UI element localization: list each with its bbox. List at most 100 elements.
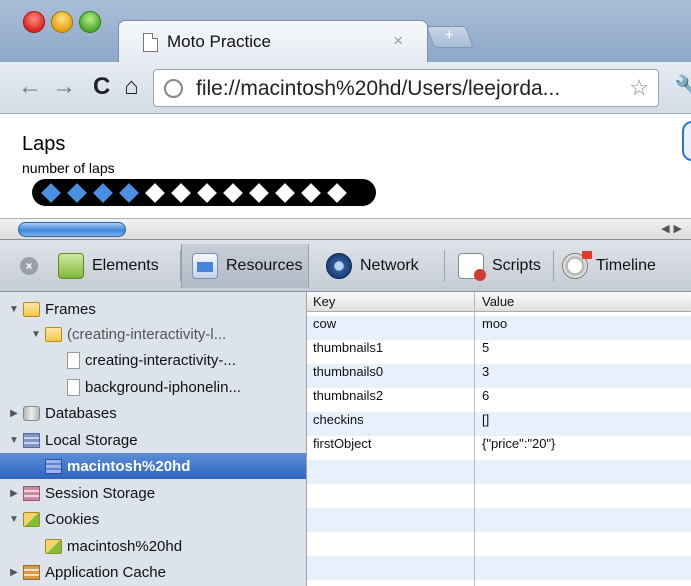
- key-cell[interactable]: thumbnails2: [313, 388, 383, 403]
- table-row[interactable]: checkins []: [307, 408, 691, 432]
- tab-title: Moto Practice: [167, 32, 271, 51]
- partial-button[interactable]: [682, 121, 691, 161]
- elements-icon: [58, 253, 84, 279]
- tree-item[interactable]: ▼ (creating-interactivity-l...: [0, 321, 306, 347]
- tree-item[interactable]: ▶ Session Storage: [0, 480, 306, 506]
- table-row[interactable]: cow moo: [307, 312, 691, 336]
- tree-item[interactable]: ▼ Local Storage: [0, 427, 306, 453]
- lap-diamond-icon[interactable]: [41, 182, 61, 203]
- cookie-icon: [45, 538, 62, 554]
- horizontal-scrollbar[interactable]: ◀▶: [0, 218, 691, 240]
- disclosure-open-icon[interactable]: ▼: [8, 514, 20, 525]
- app-cache-icon: [23, 564, 40, 580]
- table-row[interactable]: firstObject {"price":"20"}: [307, 432, 691, 456]
- laps-subtitle: number of laps: [22, 160, 115, 176]
- new-tab-button[interactable]: +: [425, 26, 475, 48]
- disclosure-open-icon[interactable]: ▼: [8, 304, 20, 315]
- minimize-window-button[interactable]: [51, 11, 73, 33]
- scrollbar-thumb[interactable]: [18, 222, 126, 237]
- lap-diamond-icon[interactable]: [327, 182, 347, 203]
- laps-heading: Laps: [22, 133, 66, 155]
- scripts-icon: [458, 253, 486, 281]
- tree-item[interactable]: macintosh%20hd: [0, 533, 306, 559]
- laps-slider[interactable]: [32, 179, 376, 206]
- tree-item[interactable]: macintosh%20hd: [0, 453, 306, 479]
- address-bar[interactable]: file://macintosh%20hd/Users/leejorda... …: [153, 69, 659, 107]
- tree-item-label: (creating-interactivity-l...: [67, 325, 227, 343]
- close-window-button[interactable]: [23, 11, 45, 33]
- column-header-value[interactable]: Value: [482, 294, 514, 309]
- local-storage-icon: [23, 432, 40, 448]
- database-icon: [23, 405, 40, 421]
- devtools-toolbar: × Elements Resources Network Scripts Tim…: [0, 240, 691, 292]
- cookie-icon: [23, 511, 40, 527]
- column-header-key[interactable]: Key: [313, 294, 335, 309]
- value-cell[interactable]: moo: [482, 316, 507, 331]
- wrench-menu-icon[interactable]: 🔧: [674, 74, 691, 103]
- tree-item[interactable]: ▼ Frames: [0, 296, 306, 322]
- tree-item[interactable]: creating-interactivity-...: [0, 347, 306, 373]
- tree-item[interactable]: ▼ Cookies: [0, 506, 306, 532]
- tree-item[interactable]: ▶ Application Cache: [0, 559, 306, 585]
- key-cell[interactable]: cow: [313, 316, 336, 331]
- tree-item-label: Session Storage: [45, 484, 156, 502]
- grid-header: Key Value: [307, 292, 691, 312]
- tree-item-label: Cookies: [45, 510, 100, 528]
- value-cell[interactable]: 3: [482, 364, 489, 379]
- lap-diamond-icon[interactable]: [145, 182, 165, 203]
- reload-button[interactable]: C: [93, 74, 110, 100]
- local-storage-icon: [45, 458, 62, 474]
- lap-diamond-icon[interactable]: [249, 182, 269, 203]
- tree-item-label: Application Cache: [45, 563, 166, 581]
- lap-diamond-icon[interactable]: [275, 182, 295, 203]
- tab-label: Network: [360, 257, 419, 274]
- page-viewport: Laps number of laps: [0, 115, 691, 218]
- tab-scripts[interactable]: Scripts: [458, 244, 541, 288]
- lap-diamond-icon[interactable]: [93, 182, 113, 203]
- table-row[interactable]: thumbnails2 6: [307, 384, 691, 408]
- tab-label: Resources: [226, 257, 303, 274]
- tab-label: Timeline: [596, 257, 656, 274]
- lap-diamond-icon[interactable]: [223, 182, 243, 203]
- browser-tab[interactable]: Moto Practice ×: [118, 20, 428, 64]
- tree-item-label: background-iphonelin...: [85, 378, 241, 396]
- value-cell[interactable]: 6: [482, 388, 489, 403]
- value-cell[interactable]: {"price":"20"}: [482, 436, 555, 451]
- lap-diamond-icon[interactable]: [301, 182, 321, 203]
- tree-item[interactable]: background-iphonelin...: [0, 374, 306, 400]
- key-cell[interactable]: thumbnails0: [313, 364, 383, 379]
- disclosure-closed-icon[interactable]: ▶: [8, 567, 20, 578]
- tab-close-icon[interactable]: ×: [393, 31, 403, 51]
- tab-network[interactable]: Network: [326, 244, 419, 288]
- key-cell[interactable]: checkins: [313, 412, 364, 427]
- disclosure-closed-icon[interactable]: ▶: [8, 488, 20, 499]
- devtools-close-icon[interactable]: ×: [20, 257, 38, 275]
- table-row[interactable]: thumbnails1 5: [307, 336, 691, 360]
- disclosure-closed-icon[interactable]: ▶: [8, 408, 20, 419]
- lap-diamond-icon[interactable]: [119, 182, 139, 203]
- tree-item[interactable]: ▶ Databases: [0, 400, 306, 426]
- zoom-window-button[interactable]: [79, 11, 101, 33]
- doc-icon: [67, 351, 80, 369]
- browser-toolbar: ← → C ⌂ file://macintosh%20hd/Users/leej…: [0, 62, 691, 114]
- tab-timeline[interactable]: Timeline: [562, 244, 656, 288]
- disclosure-open-icon[interactable]: ▼: [8, 435, 20, 446]
- home-button[interactable]: ⌂: [124, 74, 139, 100]
- page-icon: [143, 33, 158, 52]
- lap-diamond-icon[interactable]: [197, 182, 217, 203]
- key-cell[interactable]: thumbnails1: [313, 340, 383, 355]
- url-text[interactable]: file://macintosh%20hd/Users/leejorda...: [196, 77, 560, 101]
- value-cell[interactable]: 5: [482, 340, 489, 355]
- key-cell[interactable]: firstObject: [313, 436, 372, 451]
- tab-resources[interactable]: Resources: [181, 244, 309, 288]
- scroll-arrows[interactable]: ◀▶: [661, 222, 686, 235]
- bookmark-star-icon[interactable]: ☆: [629, 75, 649, 101]
- value-cell[interactable]: []: [482, 412, 489, 427]
- back-button[interactable]: ←: [18, 74, 42, 100]
- tab-elements[interactable]: Elements: [58, 244, 159, 288]
- lap-diamond-icon[interactable]: [67, 182, 87, 203]
- forward-button[interactable]: →: [52, 74, 76, 100]
- table-row[interactable]: thumbnails0 3: [307, 360, 691, 384]
- disclosure-open-icon[interactable]: ▼: [30, 329, 42, 340]
- lap-diamond-icon[interactable]: [171, 182, 191, 203]
